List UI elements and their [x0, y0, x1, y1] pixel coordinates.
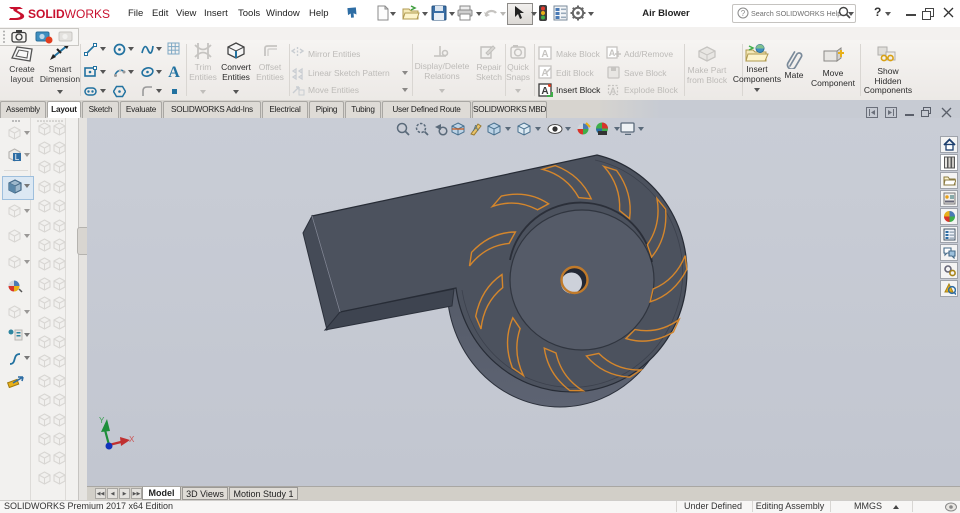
svg-text:L: L [15, 153, 20, 162]
svg-text:SOLIDWORKS: SOLIDWORKS [28, 7, 110, 21]
svg-text:A: A [473, 124, 479, 133]
svg-text:?: ? [741, 9, 746, 18]
svg-text:X: X [129, 435, 135, 444]
svg-text:Y: Y [99, 416, 105, 425]
svg-text:A: A [168, 64, 180, 80]
svg-text:A: A [541, 49, 548, 60]
svg-text:A: A [609, 48, 616, 58]
svg-text:A: A [610, 86, 617, 96]
svg-text:A: A [541, 68, 548, 79]
